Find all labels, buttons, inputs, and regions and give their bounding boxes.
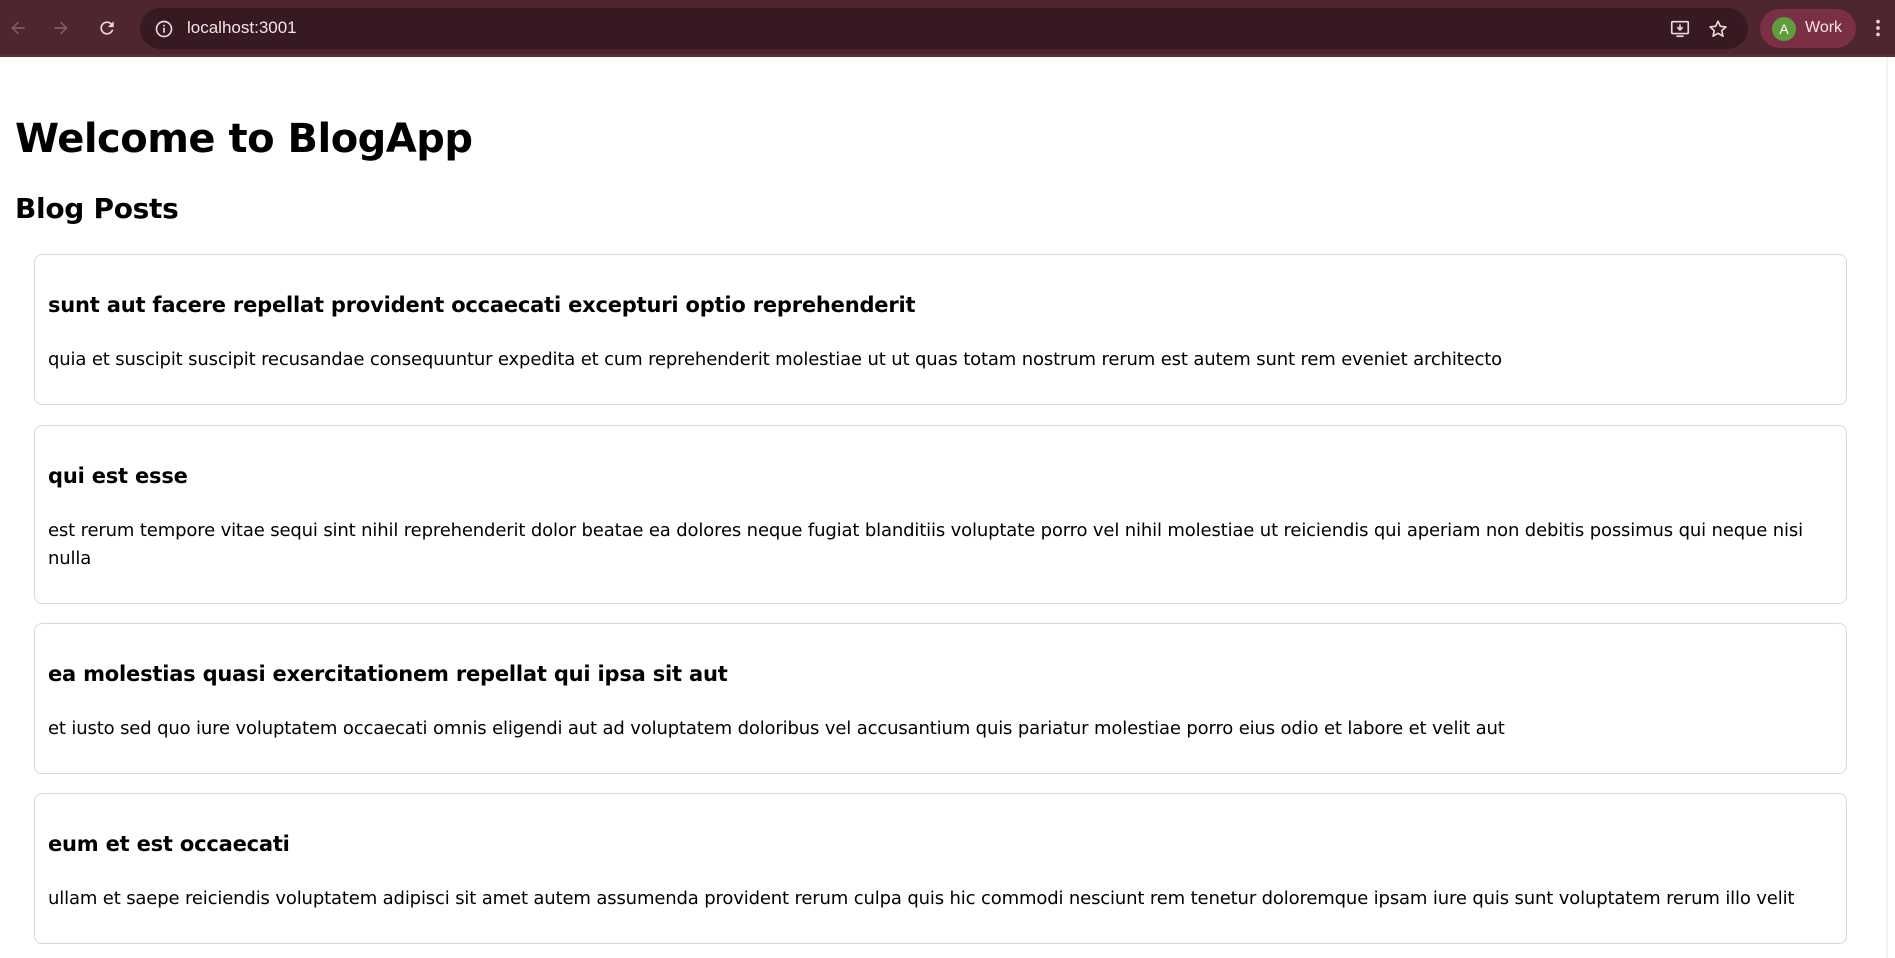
profile-name: Work [1805, 19, 1843, 36]
address-bar[interactable]: localhost:3001 [140, 8, 1748, 49]
post-card: ea molestias quasi exercitationem repell… [34, 623, 1847, 774]
page-title: Welcome to BlogApp [15, 116, 473, 162]
avatar: A [1772, 17, 1796, 41]
back-arrow-icon[interactable] [3, 13, 33, 43]
post-body: quia et suscipit suscipit recusandae con… [48, 349, 1503, 370]
post-body: et iusto sed quo iure voluptatem occaeca… [48, 718, 1505, 739]
menu-kebab-icon[interactable] [1866, 16, 1890, 40]
post-body: est rerum tempore vitae sequi sint nihil… [48, 520, 1803, 569]
post-title: ea molestias quasi exercitationem repell… [48, 662, 728, 686]
url-text[interactable]: localhost:3001 [187, 18, 297, 38]
post-title: sunt aut facere repellat provident occae… [48, 293, 916, 317]
post-card: eum et est occaecati ullam et saepe reic… [34, 793, 1847, 944]
install-app-icon[interactable] [1668, 17, 1692, 41]
page-content: Welcome to BlogApp Blog Posts sunt aut f… [0, 57, 1895, 958]
scrollbar[interactable] [1881, 57, 1895, 958]
post-card: qui est esse est rerum tempore vitae seq… [34, 425, 1847, 604]
post-title: qui est esse [48, 464, 188, 488]
browser-toolbar: localhost:3001 A Work [0, 0, 1895, 57]
post-card: sunt aut facere repellat provident occae… [34, 254, 1847, 405]
reload-icon[interactable] [92, 13, 122, 43]
forward-arrow-icon[interactable] [46, 13, 76, 43]
post-title: eum et est occaecati [48, 832, 290, 856]
post-body: ullam et saepe reiciendis voluptatem adi… [48, 888, 1795, 909]
bookmark-star-icon[interactable] [1706, 17, 1730, 41]
profile-button[interactable]: A Work [1760, 9, 1856, 48]
site-info-icon[interactable] [152, 17, 176, 41]
section-title: Blog Posts [15, 192, 179, 225]
